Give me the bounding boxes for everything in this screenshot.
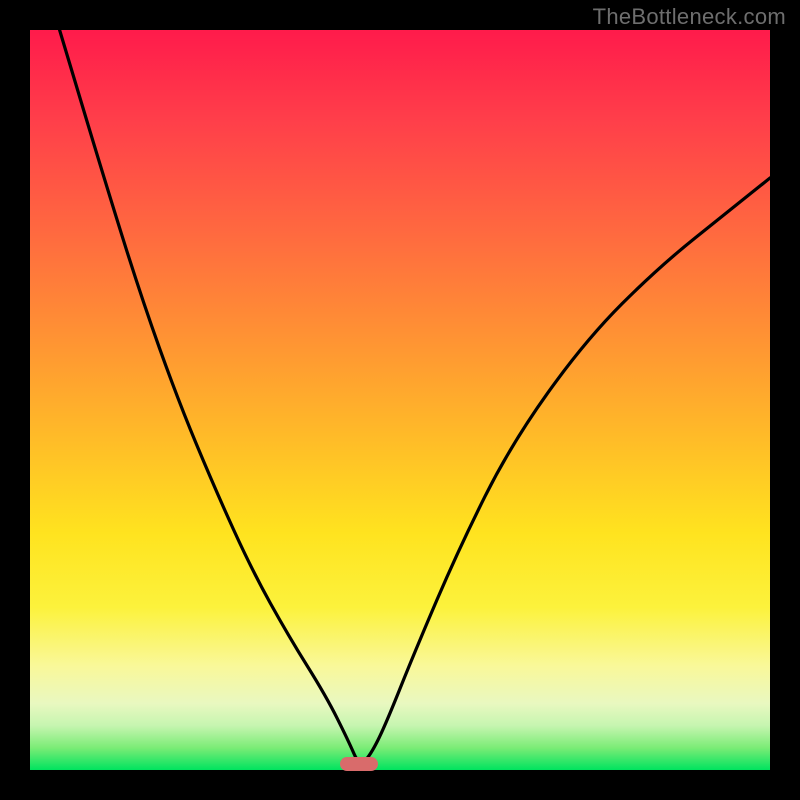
optimum-marker [340, 757, 378, 771]
bottleneck-curve-path [60, 30, 770, 762]
watermark-label: TheBottleneck.com [593, 4, 786, 30]
plot-area [30, 30, 770, 770]
curve-svg [30, 30, 770, 770]
chart-frame: TheBottleneck.com [0, 0, 800, 800]
